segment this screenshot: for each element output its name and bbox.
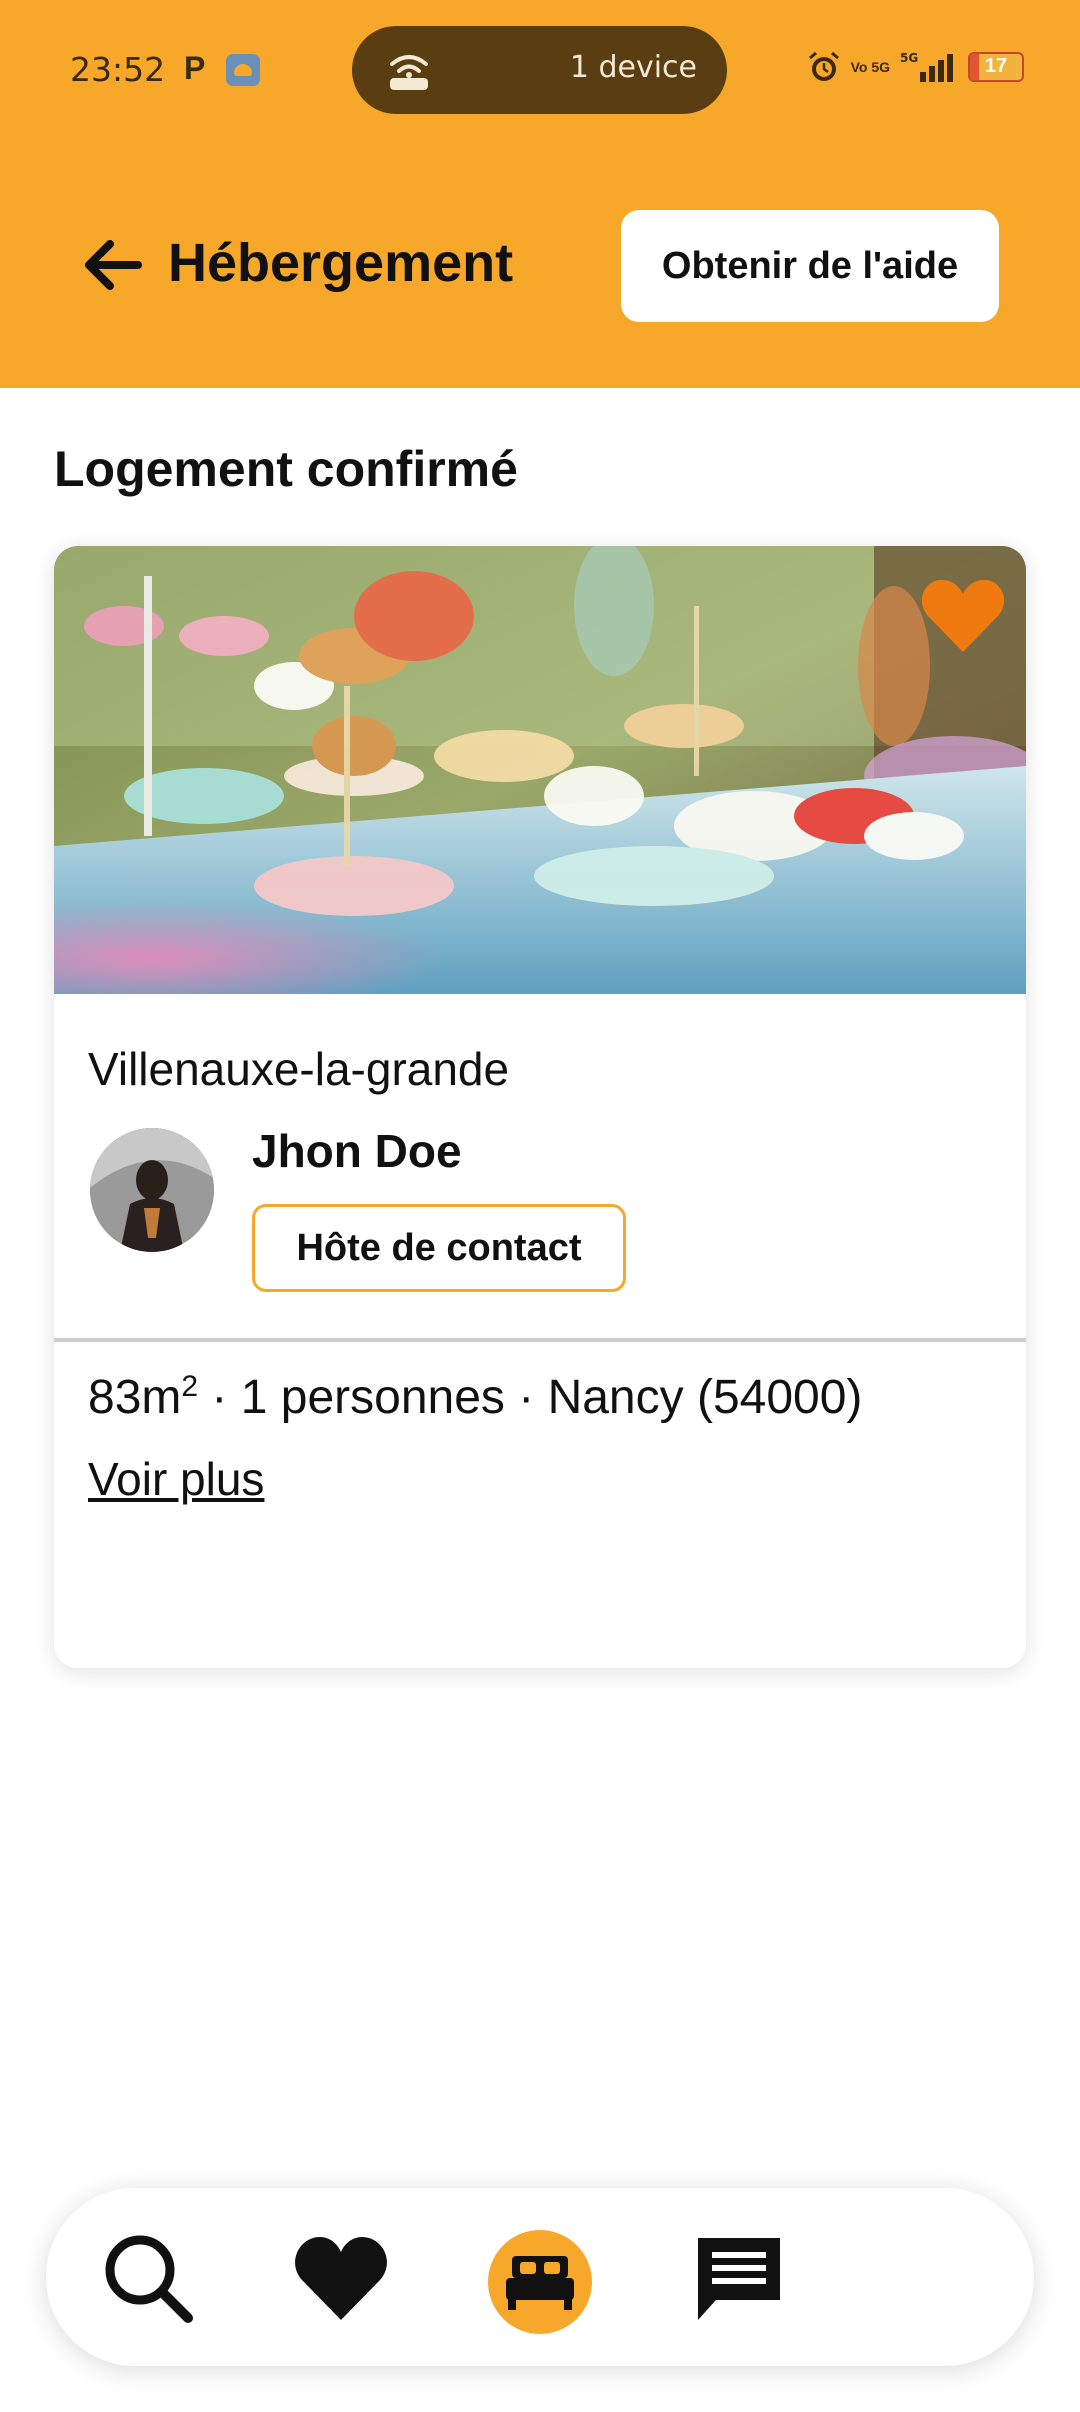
accommodation-photo [54, 546, 1026, 994]
details-area-unit-exponent: 2 [181, 1370, 199, 1403]
android-notification-icon [226, 54, 260, 86]
status-icons: Vo 5G 5G 17 [807, 50, 1024, 84]
location-name: Villenauxe-la-grande [88, 1043, 510, 1095]
accommodation-card[interactable]: Villenauxe-la-grande Jhon Doe Hôte de co… [54, 546, 1026, 1668]
battery-level: 17 [984, 55, 1008, 77]
page-title: Hébergement [168, 233, 514, 293]
heart-icon[interactable] [294, 2232, 388, 2324]
bottom-navigation [46, 2188, 1034, 2366]
hotspot-label: 1 device [569, 50, 697, 85]
hotspot-icon [390, 55, 428, 90]
battery-icon: 17 [968, 52, 1024, 82]
signal-5g-icon: 5G [900, 51, 953, 82]
search-icon[interactable] [100, 2230, 196, 2326]
bed-icon [506, 2256, 574, 2310]
status-time: 23:52 [70, 50, 166, 89]
chat-icon[interactable] [694, 2234, 784, 2326]
nav-item-accommodation[interactable] [488, 2230, 592, 2334]
card-divider [54, 1338, 1026, 1342]
accommodation-details: 83m2 · 1 personnes · Nancy (54000) [88, 1370, 862, 1425]
hotspot-indicator[interactable]: 1 device [352, 26, 727, 114]
section-title: Logement confirmé [54, 441, 518, 497]
heart-icon[interactable] [920, 576, 1006, 656]
host-name: Jhon Doe [252, 1125, 462, 1177]
contact-host-button[interactable]: Hôte de contact [252, 1204, 626, 1292]
top-bar: 23:52 P 1 device Vo 5G 5G 17 Hébergement… [0, 0, 1080, 388]
host-avatar-image [90, 1128, 214, 1252]
notification-p-icon: P [184, 50, 206, 86]
details-area: 83m [88, 1371, 182, 1424]
volte-label: Vo 5G [850, 59, 890, 75]
avatar [90, 1128, 214, 1252]
get-help-button[interactable]: Obtenir de l'aide [621, 210, 999, 322]
details-info: · 1 personnes · Nancy (54000) [198, 1371, 863, 1424]
alarm-icon [808, 51, 839, 81]
svg-text:5G: 5G [900, 51, 918, 65]
see-more-link[interactable]: Voir plus [88, 1452, 264, 1506]
arrow-left-icon[interactable] [80, 232, 146, 298]
app-screen: 23:52 P 1 device Vo 5G 5G 17 Hébergement… [0, 0, 1080, 2412]
